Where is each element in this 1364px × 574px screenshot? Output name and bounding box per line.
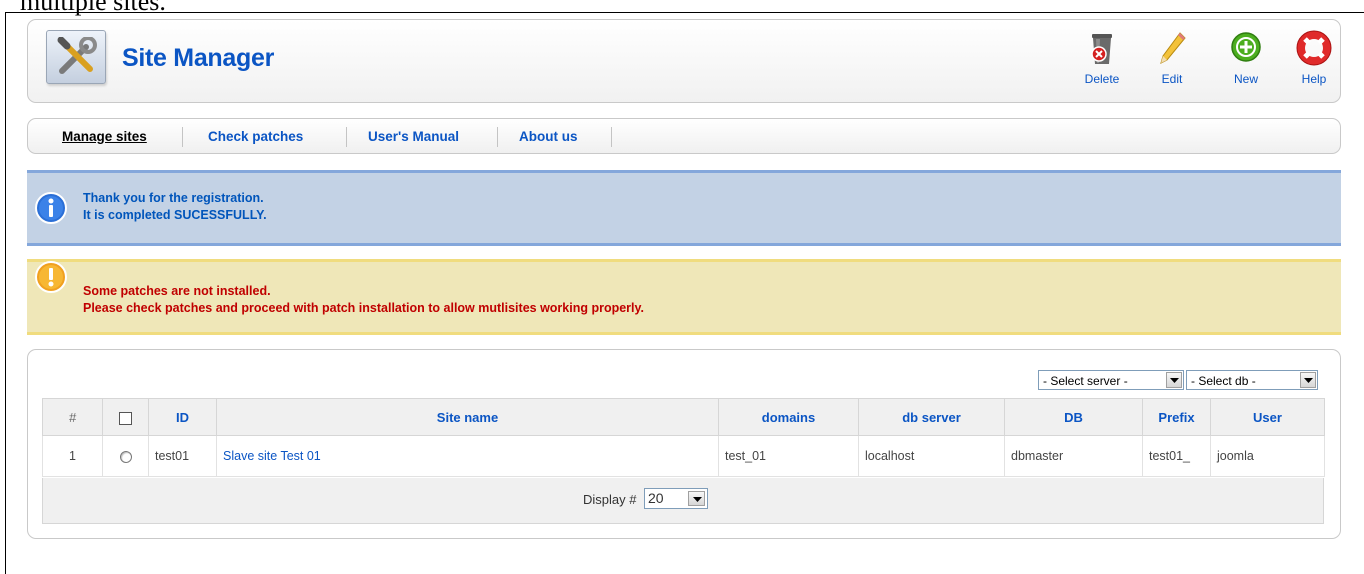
info-message-line1: Thank you for the registration. <box>83 191 264 205</box>
column-header-db[interactable]: DB <box>1004 398 1143 436</box>
trash-delete-icon <box>1074 30 1130 68</box>
column-header-number: # <box>42 398 103 436</box>
column-header-domains[interactable]: domains <box>718 398 859 436</box>
warning-message: Some patches are not installed. Please c… <box>27 259 1341 335</box>
new-label: New <box>1233 72 1258 86</box>
header-panel: Site Manager Delete Edit New Help <box>27 19 1341 103</box>
chevron-down-icon <box>688 491 705 506</box>
select-server-dropdown[interactable]: - Select server - <box>1038 370 1184 390</box>
column-header-user[interactable]: User <box>1210 398 1325 436</box>
plus-circle-icon <box>1218 30 1274 68</box>
row-db-server: localhost <box>858 435 1005 477</box>
menu-item-manage-sites[interactable]: Manage sites <box>62 129 147 144</box>
site-name-link[interactable]: Slave site Test 01 <box>223 449 321 463</box>
info-message: Thank you for the registration. It is co… <box>27 170 1341 246</box>
row-user: joomla <box>1210 435 1325 477</box>
row-number: 1 <box>42 435 103 477</box>
info-icon <box>34 191 68 228</box>
menu-separator <box>346 127 347 147</box>
info-message-line2: It is completed SUCESSFULLY. <box>83 208 267 222</box>
chevron-down-icon <box>1300 372 1316 388</box>
menu-item-about-us[interactable]: About us <box>519 129 578 144</box>
edit-label: Edit <box>1161 72 1183 86</box>
warning-message-line1: Some patches are not installed. <box>83 284 271 298</box>
lifebuoy-icon <box>1286 30 1342 68</box>
display-limit-value: 20 <box>648 490 664 506</box>
select-db-dropdown[interactable]: - Select db - <box>1186 370 1318 390</box>
pagination-footer: Display # 20 <box>42 478 1324 524</box>
chevron-down-icon <box>1166 372 1182 388</box>
select-server-value: - Select server - <box>1043 374 1128 388</box>
tools-icon <box>46 30 106 84</box>
table-row: 1 test01 Slave site Test 01 test_01 loca… <box>42 435 1325 477</box>
warning-icon <box>34 260 68 297</box>
menu-item-users-manual[interactable]: User's Manual <box>368 129 459 144</box>
sub-menu: Manage sites Check patches User's Manual… <box>27 118 1341 154</box>
select-db-value: - Select db - <box>1191 374 1256 388</box>
menu-separator <box>497 127 498 147</box>
display-limit-label: Display # <box>583 492 637 507</box>
menu-separator <box>611 127 612 147</box>
sites-table: # ID Site name domains db server DB Pref… <box>42 398 1325 477</box>
edit-button[interactable]: Edit <box>1144 30 1200 96</box>
column-header-db-server[interactable]: db server <box>858 398 1005 436</box>
delete-button[interactable]: Delete <box>1074 30 1130 96</box>
table-header-row: # ID Site name domains db server DB Pref… <box>42 398 1325 436</box>
delete-label: Delete <box>1084 72 1120 86</box>
column-header-checkbox <box>102 398 149 436</box>
row-site-name-cell: Slave site Test 01 <box>216 435 719 477</box>
help-button[interactable]: Help <box>1286 30 1342 96</box>
row-id: test01 <box>148 435 217 477</box>
menu-item-check-patches[interactable]: Check patches <box>208 129 303 144</box>
column-header-id[interactable]: ID <box>148 398 217 436</box>
column-header-site-name[interactable]: Site name <box>216 398 719 436</box>
help-label: Help <box>1301 72 1327 86</box>
row-domains: test_01 <box>718 435 859 477</box>
pencil-icon <box>1144 30 1200 68</box>
select-all-checkbox[interactable] <box>119 411 132 425</box>
new-button[interactable]: New <box>1218 30 1274 96</box>
row-prefix: test01_ <box>1142 435 1211 477</box>
page-title: Site Manager <box>122 44 275 72</box>
display-limit-select[interactable]: 20 <box>644 488 708 509</box>
row-select-radio[interactable] <box>119 450 132 463</box>
row-select-cell <box>102 435 149 477</box>
row-db: dbmaster <box>1004 435 1143 477</box>
column-header-prefix[interactable]: Prefix <box>1142 398 1211 436</box>
warning-message-line2: Please check patches and proceed with pa… <box>83 301 645 315</box>
menu-separator <box>182 127 183 147</box>
